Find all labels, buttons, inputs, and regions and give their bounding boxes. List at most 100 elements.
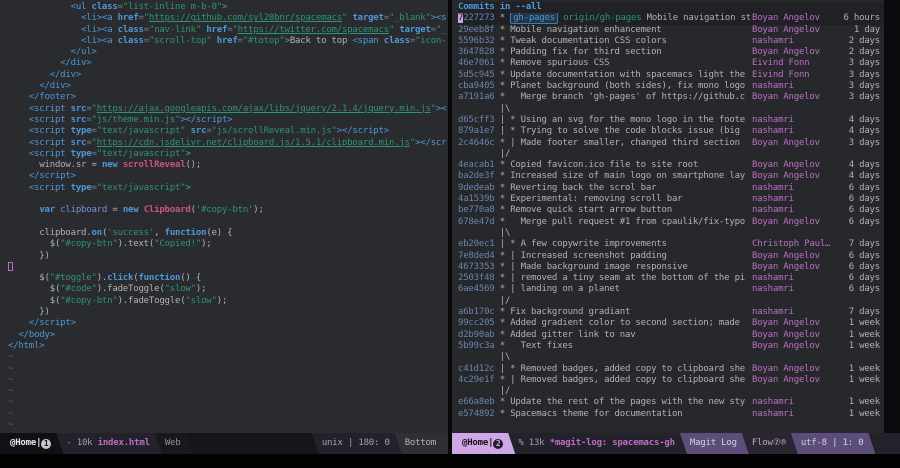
commit-row[interactable]: d65cff3 | * Using an svg for the mono lo… (458, 115, 884, 126)
commit-row[interactable]: 5b99c3a * Text fixesBoyan Angelov1 week (458, 341, 884, 352)
code-line[interactable]: </script> (8, 171, 448, 182)
code-line[interactable]: }) (8, 251, 448, 262)
commit-row[interactable]: 5596b32 * Tweak documentation CSS colors… (458, 36, 884, 47)
commit-row[interactable]: 29eeb8f * Mobile navigation enhancementB… (458, 25, 884, 36)
window-id-segment: @Home|2 (452, 433, 515, 454)
commit-row[interactable]: 2503f48 * | removed a tiny seam at the b… (458, 273, 884, 284)
commit-row[interactable]: 4673353 * | Made background image respon… (458, 262, 884, 273)
code-line[interactable] (8, 217, 448, 228)
commit-summary: 29eeb8f * Mobile navigation enhancement (458, 25, 752, 36)
magit-log-title[interactable]: Commits in --all (458, 2, 884, 13)
commit-row[interactable]: 2c4646c * | Made footer smaller, changed… (458, 138, 884, 149)
commit-row[interactable]: be770a8 * Remove quick start arrow butto… (458, 205, 884, 216)
commit-author: Boyan Angelov (752, 262, 836, 273)
code-line[interactable]: ~ (8, 397, 448, 408)
commit-row[interactable]: 4a1539b * Experimental: removing scroll … (458, 194, 884, 205)
code-line[interactable]: clipboard.on('success', function(e) { (8, 228, 448, 239)
commit-row[interactable]: 3647828 * Padding fix for third sectionB… (458, 47, 884, 58)
commit-row[interactable]: e574892 * Spacemacs theme for documentat… (458, 409, 884, 420)
commit-row[interactable]: 4eacab1 * Copied favicon.ico file to sit… (458, 160, 884, 171)
code-line[interactable]: </body> (8, 330, 448, 341)
buffer-info-segment: % 13k *magit-log: spacemacs-gh (508, 433, 687, 454)
commit-summary: 9dedeab * Reverting back the scrol bar (458, 183, 752, 194)
commit-row[interactable]: c41d12c | * Removed badges, added copy t… (458, 364, 884, 375)
commit-date: 7 days (836, 239, 880, 250)
code-line[interactable]: </ul> (8, 47, 448, 58)
commit-row[interactable]: 9dedeab * Reverting back the scrol barna… (458, 183, 884, 194)
code-line[interactable]: }) (8, 307, 448, 318)
commit-summary: 2c4646c * | Made footer smaller, changed… (458, 138, 752, 149)
commit-date: 4 days (836, 115, 880, 126)
code-line[interactable]: ~ (8, 364, 448, 375)
code-line[interactable]: var clipboard = new Clipboard('#copy-btn… (8, 205, 448, 216)
code-line[interactable]: ~ (8, 386, 448, 397)
commit-date: 6 days (836, 205, 880, 216)
commit-row[interactable]: eb20ec1 | * A few copywrite improvements… (458, 239, 884, 250)
code-line[interactable]: </html> (8, 341, 448, 352)
code-line[interactable]: ~ (8, 420, 448, 431)
commit-date: 6 days (836, 262, 880, 273)
modeline-right: @Home|2 % 13k *magit-log: spacemacs-gh M… (452, 433, 900, 454)
modeline-spacer (875, 433, 900, 454)
commit-summary: 4eacab1 * Copied favicon.ico file to sit… (458, 160, 752, 171)
commit-row[interactable]: d2b90ab * Added gitter link to navBoyan … (458, 330, 884, 341)
minor-modes-segment[interactable]: Flow⑦® (742, 433, 798, 454)
commit-row[interactable]: e66a8eb * Update the rest of the pages w… (458, 397, 884, 408)
code-line[interactable]: </div> (8, 70, 448, 81)
code-line[interactable]: $("#copy-btn").fadeToggle("slow"); (8, 296, 448, 307)
cursor-position: 180: 0 (358, 438, 389, 448)
commit-row[interactable]: 7e8ded4 * | Increased screenshot padding… (458, 251, 884, 262)
code-line[interactable]: <li><a class="scroll-top" href="#totop">… (8, 36, 448, 47)
code-line[interactable]: $("#code").fadeToggle("slow"); (8, 284, 448, 295)
commit-row[interactable]: 46e7061 * Remove spurious CSSEivind Fonn… (458, 58, 884, 69)
code-line[interactable]: </div> (8, 81, 448, 92)
graph-row: |\ (458, 104, 884, 115)
commit-row[interactable]: 5d5c945 * Update documentation with spac… (458, 70, 884, 81)
branch-label-remote[interactable]: origin/gh-pages (563, 13, 641, 23)
code-line[interactable]: <ul class="list-inline m-b-0"> (8, 2, 448, 13)
code-line[interactable]: <li><a class="nav-link" href="https://tw… (8, 25, 448, 36)
code-line[interactable]: <script src="https://cdn.jsdelivr.net/cl… (8, 138, 448, 149)
code-line[interactable] (8, 262, 448, 273)
commit-author: nashamri (752, 36, 836, 47)
commit-date: 6 days (836, 273, 880, 284)
code-line[interactable]: ~ (8, 409, 448, 420)
commit-row[interactable]: 6ae4569 * | landing on a planetnashamri6… (458, 284, 884, 295)
commit-row[interactable]: 678e47d * Merge pull request #1 from cpa… (458, 217, 884, 228)
code-line[interactable]: </footer> (8, 92, 448, 103)
code-line[interactable]: </script> (8, 318, 448, 329)
code-line[interactable]: <script type="text/javascript"> (8, 149, 448, 160)
commit-author: Boyan Angelov (752, 318, 836, 329)
branch-label-local[interactable]: gh-pages (510, 13, 558, 24)
major-mode-segment[interactable]: Magit Log (680, 433, 749, 454)
magit-log-buffer[interactable]: Commits in --all7227273 * gh-pages origi… (452, 0, 884, 433)
commit-row[interactable]: a6b170c * Fix background gradiantnashamr… (458, 307, 884, 318)
code-line[interactable]: $("#copy-btn").text("Copied!"); (8, 239, 448, 250)
code-line[interactable]: </div> (8, 58, 448, 69)
commit-row[interactable]: cba9405 * Planet background (both sides)… (458, 81, 884, 92)
commit-summary: 5596b32 * Tweak documentation CSS colors (458, 36, 752, 47)
code-line[interactable] (8, 194, 448, 205)
code-line[interactable]: <script src="https://ajax.googleapis.com… (8, 104, 448, 115)
window-area: <ul class="list-inline m-b-0"> <li><a hr… (0, 0, 900, 454)
code-line[interactable]: $("#toggle").click(function() { (8, 273, 448, 284)
commit-row[interactable]: 99cc205 * Added gradient color to second… (458, 318, 884, 329)
code-line[interactable]: ~ (8, 375, 448, 386)
commit-row[interactable]: 879a1e7 | * Trying to solve the code blo… (458, 126, 884, 137)
commit-row[interactable]: a7191a6 * Merge branch 'gh-pages' of htt… (458, 92, 884, 103)
modeline-left: @Home|1 - 10k index.html Web unix | 180:… (0, 433, 448, 454)
commit-author: Boyan Angelov (752, 341, 836, 352)
code-line[interactable]: <script src="js/theme.min.js"></script> (8, 115, 448, 126)
code-buffer[interactable]: <ul class="list-inline m-b-0"> <li><a hr… (0, 0, 448, 433)
window-html-buffer: <ul class="list-inline m-b-0"> <li><a hr… (0, 0, 448, 454)
scrollbar[interactable] (884, 0, 900, 433)
echo-area[interactable] (0, 454, 900, 468)
commit-row[interactable]: ba2de3f * Increased size of main logo on… (458, 171, 884, 182)
commit-row[interactable]: 4c29e1f * | Removed badges, added copy t… (458, 375, 884, 386)
code-line[interactable]: ~ (8, 352, 448, 363)
code-line[interactable]: <script type="text/javascript" src="js/s… (8, 126, 448, 137)
commit-row[interactable]: 7227273 * gh-pages origin/gh-pages Mobil… (458, 13, 884, 24)
code-line[interactable]: window.sr = new scrollReveal(); (8, 160, 448, 171)
code-line[interactable]: <script type="text/javascript"> (8, 183, 448, 194)
code-line[interactable]: <li><a href="https://github.com/syl20bnr… (8, 13, 448, 24)
